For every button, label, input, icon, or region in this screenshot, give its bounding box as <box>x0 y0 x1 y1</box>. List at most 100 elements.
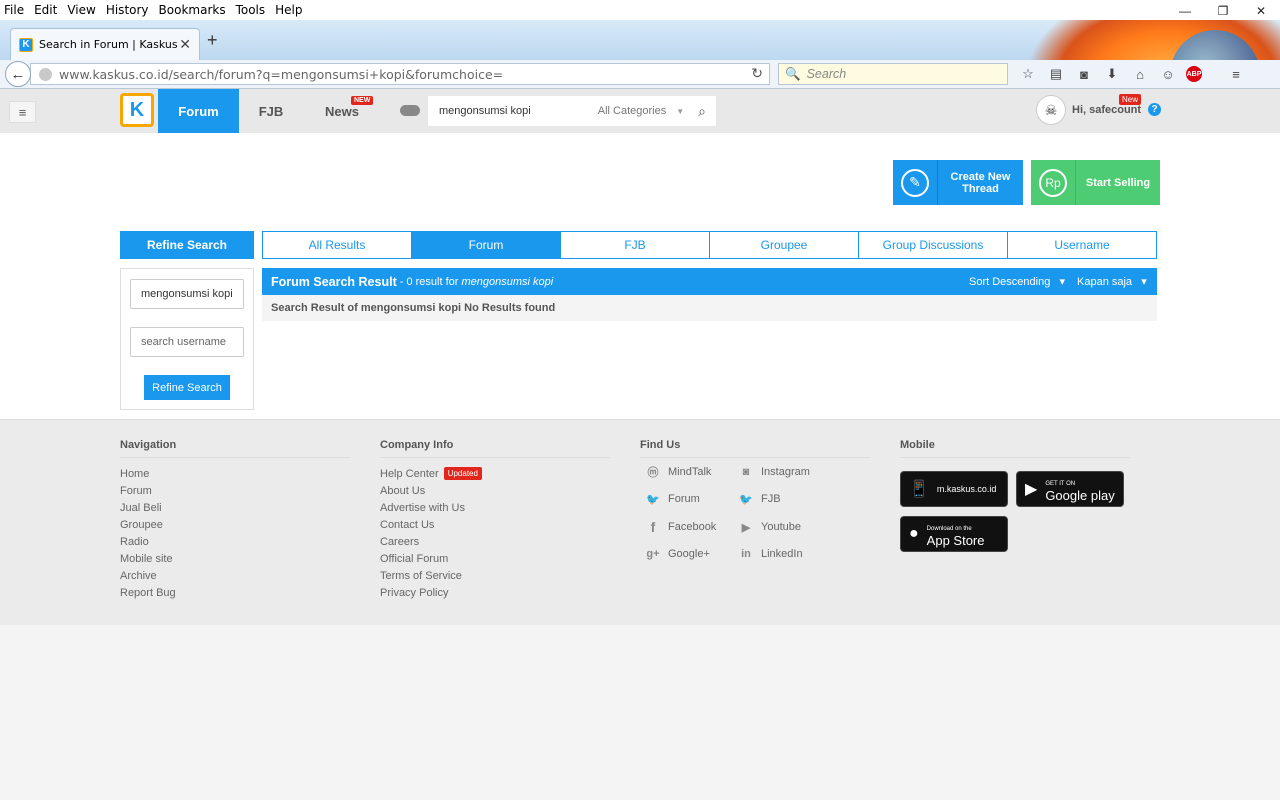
url-text: www.kaskus.co.id/search/forum?q=mengonsu… <box>59 66 504 82</box>
time-filter-dropdown[interactable]: Kapan saja ▾ <box>1077 275 1147 288</box>
side-menu-icon[interactable]: ≡ <box>9 101 36 123</box>
new-tab-icon[interactable]: + <box>207 30 218 51</box>
site-info-icon[interactable] <box>39 68 52 81</box>
footer-link-forum[interactable]: Forum <box>120 482 350 499</box>
twitter-fjb-link[interactable]: 🐦 FJB <box>738 491 780 507</box>
help-icon[interactable]: ? <box>1148 103 1161 116</box>
footer-link-about[interactable]: About Us <box>380 482 610 499</box>
tab-all-results[interactable]: All Results <box>263 232 412 258</box>
create-thread-button[interactable]: ✎ Create New Thread <box>893 160 1023 205</box>
nav-toolbar: www.kaskus.co.id/search/forum?q=mengonsu… <box>0 60 1280 89</box>
menu-bookmarks[interactable]: Bookmarks <box>159 3 226 17</box>
menu-hamburger-icon[interactable]: ≡ <box>1226 64 1246 84</box>
refine-search-button[interactable]: Refine Search <box>144 375 230 400</box>
tab-username[interactable]: Username <box>1008 232 1156 258</box>
menu-edit[interactable]: Edit <box>34 3 57 17</box>
linkedin-link[interactable]: in LinkedIn <box>738 546 802 562</box>
close-tab-icon[interactable]: ✕ <box>179 36 191 53</box>
browser-tab[interactable]: K Search in Forum | Kaskus -... ✕ <box>10 28 200 60</box>
menu-help[interactable]: Help <box>275 3 302 17</box>
twitter-icon: 🐦 <box>646 493 660 506</box>
menu-history[interactable]: History <box>106 3 149 17</box>
sort-dropdown[interactable]: Sort Descending ▾ <box>969 275 1065 288</box>
refine-query-input[interactable]: mengonsumsi kopi <box>130 279 244 309</box>
footer-link-report-bug[interactable]: Report Bug <box>120 584 350 601</box>
browser-search-placeholder: Search <box>806 67 847 81</box>
bookmark-star-icon[interactable]: ☆ <box>1018 64 1038 84</box>
tab-forum[interactable]: Forum <box>412 232 561 258</box>
nav-news[interactable]: News NEW <box>303 89 381 133</box>
youtube-link[interactable]: ▶ Youtube <box>738 519 801 535</box>
cloud-icon <box>400 105 420 116</box>
footer-link-radio[interactable]: Radio <box>120 533 350 550</box>
page-bottom-area <box>0 625 1280 800</box>
chevron-down-icon[interactable]: ▼ <box>676 107 684 116</box>
footer-link-jual-beli[interactable]: Jual Beli <box>120 499 350 516</box>
footer-link-official-forum[interactable]: Official Forum <box>380 550 610 567</box>
footer-link-advertise[interactable]: Advertise with Us <box>380 499 610 516</box>
category-select[interactable]: All Categories <box>598 105 666 117</box>
avatar[interactable]: ☠ <box>1036 95 1066 125</box>
minimize-icon[interactable]: — <box>1166 0 1204 22</box>
menu-bar: File Edit View History Bookmarks Tools H… <box>0 0 1280 20</box>
footer-link-groupee[interactable]: Groupee <box>120 516 350 533</box>
user-greeting[interactable]: Hi, safecount <box>1072 104 1141 116</box>
window-close-icon[interactable]: ✕ <box>1242 0 1280 22</box>
footer-mobile-title: Mobile <box>900 439 1130 458</box>
footer-company: Company Info Help Center Updated About Us… <box>380 439 610 601</box>
restore-icon[interactable]: ❐ <box>1204 0 1242 22</box>
user-new-badge: New <box>1119 94 1142 105</box>
url-bar[interactable]: www.kaskus.co.id/search/forum?q=mengonsu… <box>30 63 770 85</box>
footer-link-careers[interactable]: Careers <box>380 533 610 550</box>
footer-link-mobile-site[interactable]: Mobile site <box>120 550 350 567</box>
footer-link-help-center[interactable]: Help Center Updated <box>380 465 610 482</box>
footer-link-terms[interactable]: Terms of Service <box>380 567 610 584</box>
googleplus-icon: g+ <box>646 548 660 560</box>
facebook-link[interactable]: f Facebook <box>645 519 717 535</box>
site-search-input[interactable]: mengonsumsi kopi <box>428 105 598 117</box>
footer-link-contact[interactable]: Contact Us <box>380 516 610 533</box>
create-thread-label: Create New Thread <box>950 170 1011 195</box>
menu-tools[interactable]: Tools <box>236 3 266 17</box>
nav-news-label: News <box>325 103 359 119</box>
chat-icon[interactable]: ☺ <box>1158 64 1178 84</box>
reload-icon[interactable]: ↻ <box>751 66 763 82</box>
instagram-link[interactable]: ◙ Instagram <box>738 464 810 480</box>
menu-file[interactable]: File <box>4 3 24 17</box>
window-controls: — ❐ ✕ <box>1166 0 1280 22</box>
googleplus-link[interactable]: g+ Google+ <box>645 546 709 562</box>
pocket-icon[interactable]: ◙ <box>1074 64 1094 84</box>
menu-view[interactable]: View <box>67 3 95 17</box>
updated-badge: Updated <box>443 467 482 480</box>
footer-link-privacy[interactable]: Privacy Policy <box>380 584 610 601</box>
footer-company-title: Company Info <box>380 439 610 458</box>
search-icon[interactable]: ⌕ <box>698 103 706 120</box>
play-icon: ▶ <box>1025 481 1038 498</box>
app-store-button[interactable]: ● Download on the App Store <box>900 516 1008 552</box>
footer-link-archive[interactable]: Archive <box>120 567 350 584</box>
home-icon[interactable]: ⌂ <box>1130 64 1150 84</box>
tab-fjb[interactable]: FJB <box>561 232 710 258</box>
main-nav: Forum FJB News NEW <box>158 89 381 133</box>
browser-search-box[interactable]: 🔍 Search <box>778 63 1008 85</box>
twitter-forum-link[interactable]: 🐦 Forum <box>645 491 700 507</box>
nav-forum[interactable]: Forum <box>158 89 239 133</box>
reading-list-icon[interactable]: ▤ <box>1046 64 1066 84</box>
phone-icon: 📱 <box>909 481 929 498</box>
tab-groupee[interactable]: Groupee <box>710 232 859 258</box>
nav-fjb[interactable]: FJB <box>239 89 303 133</box>
refine-search-panel: mengonsumsi kopi search username Refine … <box>120 268 254 410</box>
username-input[interactable]: search username <box>130 327 244 357</box>
linkedin-icon: in <box>741 548 751 560</box>
tab-group-discussions[interactable]: Group Discussions <box>859 232 1008 258</box>
start-selling-button[interactable]: Rp Start Selling <box>1031 160 1160 205</box>
mobile-site-button[interactable]: 📱 m.kaskus.co.id <box>900 471 1008 507</box>
google-play-button[interactable]: ▶ GET IT ON Google play <box>1016 471 1124 507</box>
back-icon[interactable]: ← <box>5 61 31 87</box>
downloads-icon[interactable]: ⬇ <box>1102 64 1122 84</box>
tab-title: Search in Forum | Kaskus -... <box>39 38 179 51</box>
adblock-icon[interactable]: ABP <box>1186 66 1202 82</box>
footer-link-home[interactable]: Home <box>120 465 350 482</box>
kaskus-logo[interactable]: K <box>120 93 154 127</box>
mindtalk-link[interactable]: ⓜ MindTalk <box>645 464 712 480</box>
